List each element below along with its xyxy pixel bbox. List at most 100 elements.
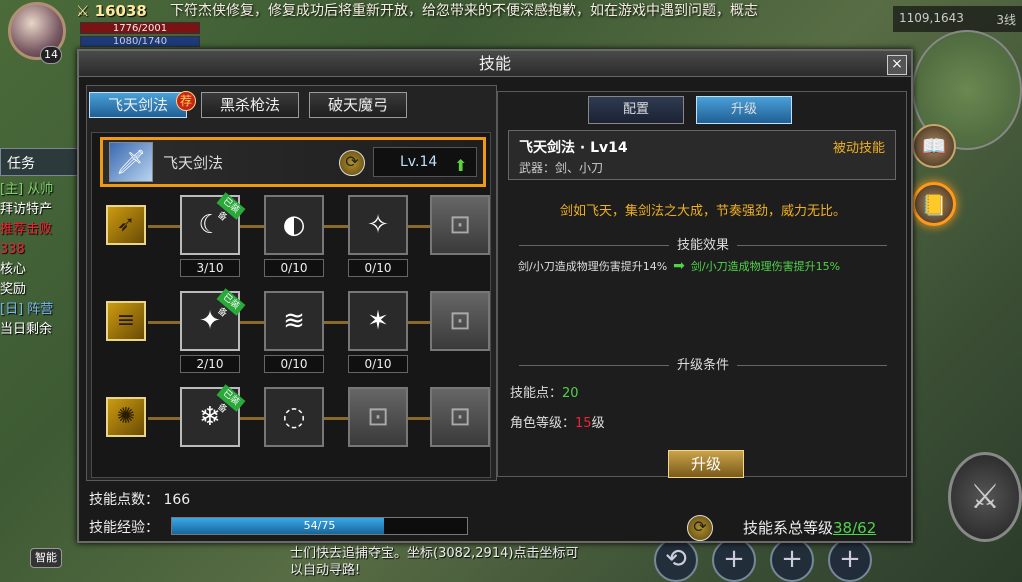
skill-effect: 剑/小刀造成物理伤害提升14% ➡ 剑/小刀造成物理伤害提升15% (518, 258, 840, 274)
close-button[interactable]: × (887, 55, 907, 75)
skill-detail-panel: 配置 升级 飞天剑法 · Lv14 武器：剑、小刀 被动技能 剑如飞天，集剑法之… (497, 91, 907, 478)
quest-line: 338 (0, 242, 25, 257)
level-up-arrow-icon: ⬆ (454, 156, 468, 175)
skill-node-level: 0/10 (264, 259, 324, 277)
quest-line: [日] 阵营 (0, 302, 54, 317)
tab-skill-school-2[interactable]: 黑杀枪法 (201, 92, 299, 118)
condition-label: 角色等级： (510, 416, 576, 431)
condition-value: 20 (562, 386, 579, 401)
refresh-icon[interactable]: ⟳ (687, 515, 713, 541)
add-skill-slot[interactable]: + (770, 538, 814, 582)
selected-skill-level-text: Lv.14 (400, 154, 438, 170)
server-line[interactable]: 3线 (996, 11, 1016, 27)
condition-label: 技能点： (510, 386, 563, 401)
tab-label: 飞天剑法 (107, 96, 168, 114)
skill-window: 技能 × 飞天剑法荐 黑杀枪法 破天魔弓 🗡 飞天剑法 ⟳ Lv.14 ⬆ ➶ ☾… (77, 49, 913, 543)
locked-skill-node[interactable]: ⊡ (430, 291, 490, 351)
map-coordinate: 1109,1643 (899, 11, 964, 25)
skill-system-label: 技能系总等级 (743, 519, 834, 537)
condition-role-level: 角色等级：15级 (510, 412, 605, 431)
skill-node[interactable]: ✶ (348, 291, 408, 351)
system-broadcast: 下符杰侠修复，修复成功后将重新开放，给忽带来的不便深感抱歉，如在游戏中遇到问题，… (170, 3, 758, 19)
map-info: 1109,1643 3线 (893, 6, 1022, 32)
skill-manual-icon[interactable]: 📒 (912, 182, 956, 226)
skill-node-level: 0/10 (348, 355, 408, 373)
skill-node[interactable]: ✧ (348, 195, 408, 255)
skill-points: 技能点数： 166 (89, 489, 190, 509)
window-title: 技能 (79, 51, 911, 77)
selected-skill-name: 飞天剑法 (163, 154, 224, 172)
upgrade-button[interactable]: 升级 (668, 450, 744, 478)
quest-line: 奖励 (0, 282, 27, 297)
skill-exp-label: 技能经验： (89, 520, 159, 536)
chat-line: 以自动寻路! (290, 563, 361, 578)
add-skill-slot[interactable]: + (828, 538, 872, 582)
tab-skill-school-1[interactable]: 飞天剑法荐 (89, 91, 196, 118)
locked-skill-node[interactable]: ⊡ (430, 387, 490, 447)
arrow-right-icon: ➡ (673, 258, 685, 274)
combat-power: ⚔ 16038 (76, 2, 147, 20)
skill-node-level: 2/10 (180, 355, 240, 373)
equipped-badge: 已装备 (215, 384, 246, 415)
condition-section-title: 升级条件 (508, 354, 898, 373)
quest-line: 推荐击败 (0, 222, 53, 237)
skill-node[interactable]: ◐ (264, 195, 324, 255)
player-level-badge: 14 (40, 46, 62, 64)
row-branch-icon: ➶ (106, 205, 146, 245)
skill-grid: 🗡 飞天剑法 ⟳ Lv.14 ⬆ ➶ ☾ 已装备 3/10 ◐ 0/10 ✧ 0/… (91, 132, 491, 478)
add-skill-slot[interactable]: + (712, 538, 756, 582)
skill-type: 被动技能 (832, 141, 885, 156)
skill-description: 剑如飞天，集剑法之大成，节奏强劲，威力无比。 (559, 204, 846, 219)
quest-line: 核心 (0, 262, 27, 277)
selected-skill-level: Lv.14 ⬆ (373, 147, 477, 177)
skill-node[interactable]: ◌ (264, 387, 324, 447)
combat-power-value: 16038 (94, 2, 147, 20)
condition-skill-points: 技能点：20 (510, 382, 579, 401)
skill-points-label: 技能点数： (89, 492, 159, 508)
quest-tab[interactable]: 任务 (0, 148, 78, 176)
row-branch-icon: ✺ (106, 397, 146, 437)
effect-section-title: 技能效果 (508, 234, 898, 253)
quest-line: [主] 从帅 (0, 182, 54, 197)
skill-node[interactable]: ≋ (264, 291, 324, 351)
skill-node-level: 3/10 (180, 259, 240, 277)
condition-unit: 级 (591, 416, 605, 431)
tab-skill-school-3[interactable]: 破天魔弓 (309, 92, 407, 118)
skill-points-value: 166 (163, 492, 191, 508)
quest-tracker[interactable]: [主] 从帅 拜访特产 推荐击败 338 核心 奖励 [日] 阵营 当日剩余 (0, 180, 80, 340)
sword-skill-icon: 🗡 (109, 142, 153, 182)
skill-detail-name: 飞天剑法 · Lv14 (519, 140, 628, 156)
auto-button[interactable]: 智能 (30, 548, 62, 568)
tab-upgrade[interactable]: 升级 (696, 96, 792, 124)
equipped-badge: 已装备 (215, 192, 246, 223)
skill-system-level: 技能系总等级38/62 (743, 517, 876, 538)
skill-node-level: 0/10 (264, 355, 324, 373)
mp-bar: 1080/1740 (80, 36, 200, 47)
chat-message: 士们快去追捕夺宝。坐标(3082,2914)点击坐标可 以自动寻路! (290, 545, 620, 579)
skill-exp-text: 54/75 (303, 519, 336, 532)
skill-exp-bar: 54/75 (171, 517, 468, 535)
refresh-icon[interactable]: ⟳ (339, 150, 365, 176)
skill-node-level: 0/10 (348, 259, 408, 277)
skill-book-icon[interactable]: 📖 (912, 124, 956, 168)
equipped-badge: 已装备 (215, 288, 246, 319)
recommend-badge: 荐 (176, 91, 196, 111)
skill-tree-panel: 飞天剑法荐 黑杀枪法 破天魔弓 🗡 飞天剑法 ⟳ Lv.14 ⬆ ➶ ☾ 已装备 … (86, 85, 497, 481)
skill-detail-header: 飞天剑法 · Lv14 武器：剑、小刀 被动技能 (508, 130, 896, 180)
hp-bar: 1776/2001 (80, 22, 200, 34)
attack-button[interactable]: ⚔ (948, 452, 1022, 542)
skill-slot[interactable]: ⟲ (654, 538, 698, 582)
quest-line: 当日剩余 (0, 322, 53, 337)
row-branch-icon: ≡ (106, 301, 146, 341)
effect-current: 剑/小刀造成物理伤害提升14% (518, 260, 668, 273)
tab-config[interactable]: 配置 (588, 96, 684, 124)
quest-line: 拜访特产 (0, 202, 53, 217)
effect-next: 剑/小刀造成物理伤害提升15% (690, 260, 841, 273)
skill-system-value[interactable]: 38/62 (833, 519, 876, 537)
selected-skill-bar[interactable]: 🗡 飞天剑法 ⟳ Lv.14 ⬆ (100, 137, 486, 187)
condition-value: 15 (575, 416, 592, 431)
locked-skill-node[interactable]: ⊡ (348, 387, 408, 447)
skill-weapon: 武器：剑、小刀 (519, 161, 604, 175)
locked-skill-node[interactable]: ⊡ (430, 195, 490, 255)
chat-line: 士们快去追捕夺宝。坐标(3082,2914)点击坐标可 (290, 546, 579, 561)
